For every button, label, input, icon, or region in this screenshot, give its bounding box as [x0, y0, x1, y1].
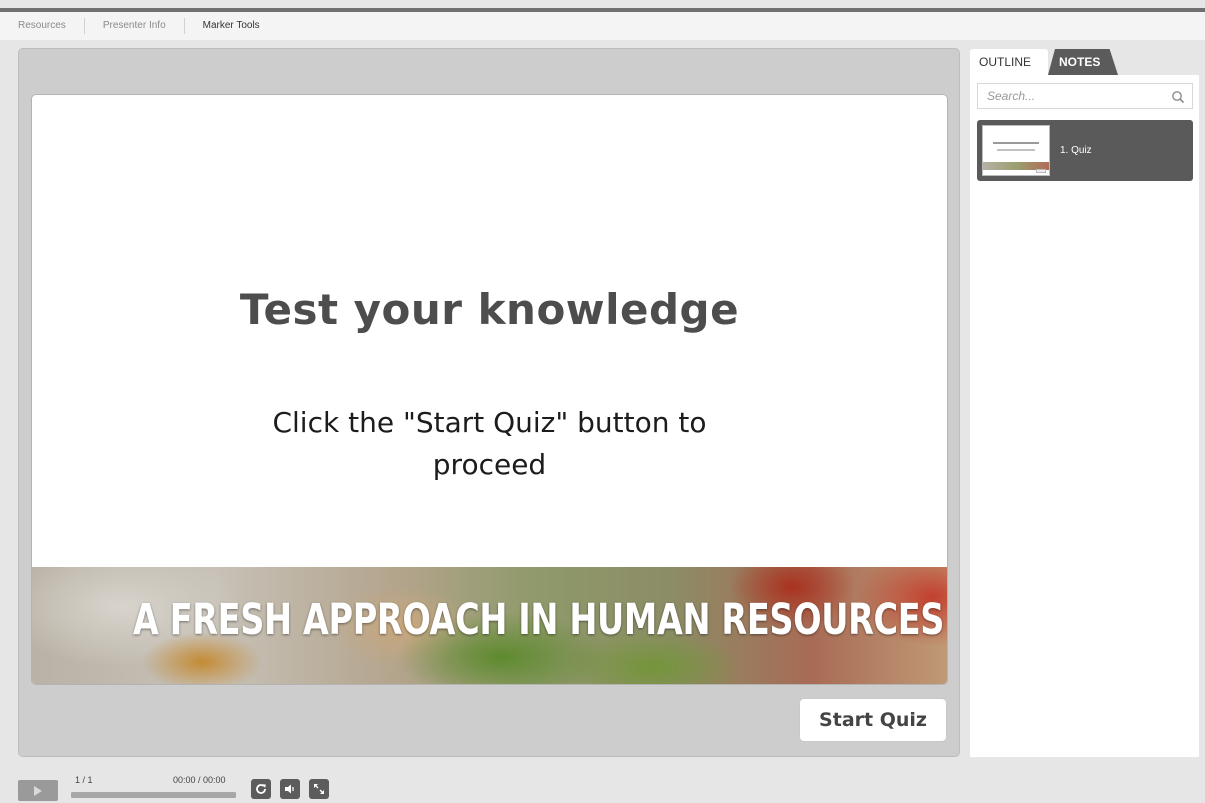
- replay-icon: [256, 784, 266, 794]
- search-input[interactable]: Search...: [977, 83, 1193, 109]
- search-placeholder: Search...: [987, 89, 1036, 103]
- sidebar: OUTLINE NOTES Search... 1. Quiz: [970, 48, 1199, 757]
- slide-thumbnail: [982, 125, 1050, 176]
- tab-outline[interactable]: OUTLINE: [970, 49, 1048, 75]
- top-nav: Resources Presenter Info Marker Tools: [0, 12, 1205, 40]
- tab-notes[interactable]: NOTES: [1048, 49, 1118, 75]
- search-icon[interactable]: [1171, 90, 1185, 104]
- slide-subtitle: Click the "Start Quiz" button to proceed: [272, 406, 707, 481]
- slide-banner-image: A FRESH APPROACH IN HUMAN RESOURCES: [32, 567, 947, 684]
- slide-stage: Test your knowledge Click the "Start Qui…: [18, 48, 960, 757]
- play-button[interactable]: [18, 780, 58, 801]
- volume-button[interactable]: [280, 779, 300, 799]
- volume-icon: [285, 784, 294, 794]
- replay-button[interactable]: [251, 779, 271, 799]
- nav-marker-tools[interactable]: Marker Tools: [185, 18, 278, 34]
- outline-panel: Search... 1. Quiz: [970, 75, 1199, 757]
- start-quiz-button[interactable]: Start Quiz: [799, 698, 947, 742]
- outline-item-label: 1. Quiz: [1060, 145, 1092, 156]
- time-display: 00:00 / 00:00: [173, 775, 226, 785]
- progress-bar[interactable]: [71, 792, 236, 798]
- fullscreen-button[interactable]: [309, 779, 329, 799]
- nav-resources[interactable]: Resources: [0, 18, 85, 34]
- fullscreen-icon: [314, 784, 324, 794]
- slide-title: Test your knowledge: [239, 285, 740, 334]
- outline-item-quiz[interactable]: 1. Quiz: [977, 120, 1193, 181]
- nav-presenter-info[interactable]: Presenter Info: [85, 18, 185, 34]
- player-controls: 1 / 1 00:00 / 00:00: [0, 768, 1205, 803]
- play-icon: [34, 785, 42, 796]
- slide-canvas: Test your knowledge Click the "Start Qui…: [31, 94, 948, 685]
- banner-text: A FRESH APPROACH IN HUMAN RESOURCES: [132, 595, 945, 645]
- slide-counter: 1 / 1: [75, 775, 93, 785]
